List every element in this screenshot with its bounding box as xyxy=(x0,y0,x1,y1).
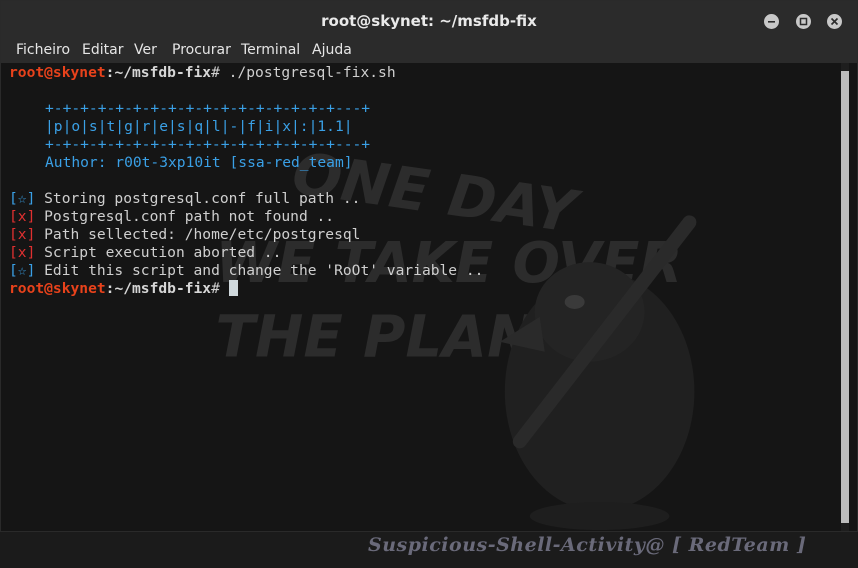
menu-bar: Ficheiro Editar Ver Procurar Terminal Aj… xyxy=(1,41,857,63)
message-line: [x] Path sellected: /home/etc/postgresql xyxy=(9,226,360,244)
message-text: Storing postgresql.conf full path .. xyxy=(35,190,361,207)
prompt-line: root@skynet:~/msfdb-fix# ./postgresql-fi… xyxy=(9,64,396,82)
message-text: Edit this script and change the 'RoOt' v… xyxy=(35,262,484,279)
info-tag: [☆] xyxy=(9,262,36,279)
message-line: [x] Script execution aborted .. xyxy=(9,244,281,262)
close-icon[interactable] xyxy=(827,14,842,29)
prompt-symbol: # xyxy=(211,280,220,297)
maximize-icon[interactable] xyxy=(796,14,811,29)
prompt-line-current: root@skynet:~/msfdb-fix# xyxy=(9,280,238,298)
scrollbar-thumb[interactable] xyxy=(841,71,849,523)
banner-author: Author: r00t-3xp10it [ssa-red_team] xyxy=(45,154,353,171)
window-title: root@skynet: ~/msfdb-fix xyxy=(321,12,537,30)
minimize-icon[interactable] xyxy=(764,14,779,29)
error-tag: [x] xyxy=(9,226,36,243)
menu-procurar[interactable]: Procurar xyxy=(172,42,231,58)
menu-ajuda[interactable]: Ajuda xyxy=(312,42,352,58)
command-text: ./postgresql-fix.sh xyxy=(219,64,396,81)
message-line: [☆] Edit this script and change the 'RoO… xyxy=(9,262,483,280)
error-tag: [x] xyxy=(9,208,36,225)
message-text: Script execution aborted .. xyxy=(35,244,282,261)
menu-editar[interactable]: Editar xyxy=(82,42,123,58)
menu-ver[interactable]: Ver xyxy=(134,42,157,58)
message-text: Path sellected: /home/etc/postgresql xyxy=(35,226,361,243)
prompt-symbol: # xyxy=(211,64,220,81)
terminal-window: root@skynet: ~/msfdb-fix Ficheiro Editar… xyxy=(0,0,858,532)
prompt-path: :~/msfdb-fix xyxy=(105,280,212,297)
menu-ficheiro[interactable]: Ficheiro xyxy=(16,42,70,58)
banner-line: |p|o|s|t|g|r|e|s|q|l|-|f|i|x|:|1.1| xyxy=(45,118,353,135)
banner-line: +-+-+-+-+-+-+-+-+-+-+-+-+-+-+-+-+---+ xyxy=(45,100,371,117)
terminal-area[interactable]: ONE DAY WE TAKE OVER THE PLANET root@sky… xyxy=(1,63,857,531)
menu-terminal[interactable]: Terminal xyxy=(241,42,300,58)
message-line: [x] Postgresql.conf path not found .. xyxy=(9,208,334,226)
info-tag: [☆] xyxy=(9,190,36,207)
title-bar[interactable]: root@skynet: ~/msfdb-fix xyxy=(1,1,857,41)
text-cursor[interactable] xyxy=(228,280,238,296)
scrollbar[interactable] xyxy=(841,63,849,531)
prompt-user: root@skynet xyxy=(9,280,106,297)
prompt-path: :~/msfdb-fix xyxy=(105,64,212,81)
message-line: [☆] Storing postgresql.conf full path .. xyxy=(9,190,360,208)
footer-signature: Suspicious-Shell-Activity@ [ RedTeam ] xyxy=(368,534,807,556)
error-tag: [x] xyxy=(9,244,36,261)
message-text: Postgresql.conf path not found .. xyxy=(35,208,335,225)
banner-line: +-+-+-+-+-+-+-+-+-+-+-+-+-+-+-+-+---+ xyxy=(45,136,371,153)
prompt-user: root@skynet xyxy=(9,64,106,81)
